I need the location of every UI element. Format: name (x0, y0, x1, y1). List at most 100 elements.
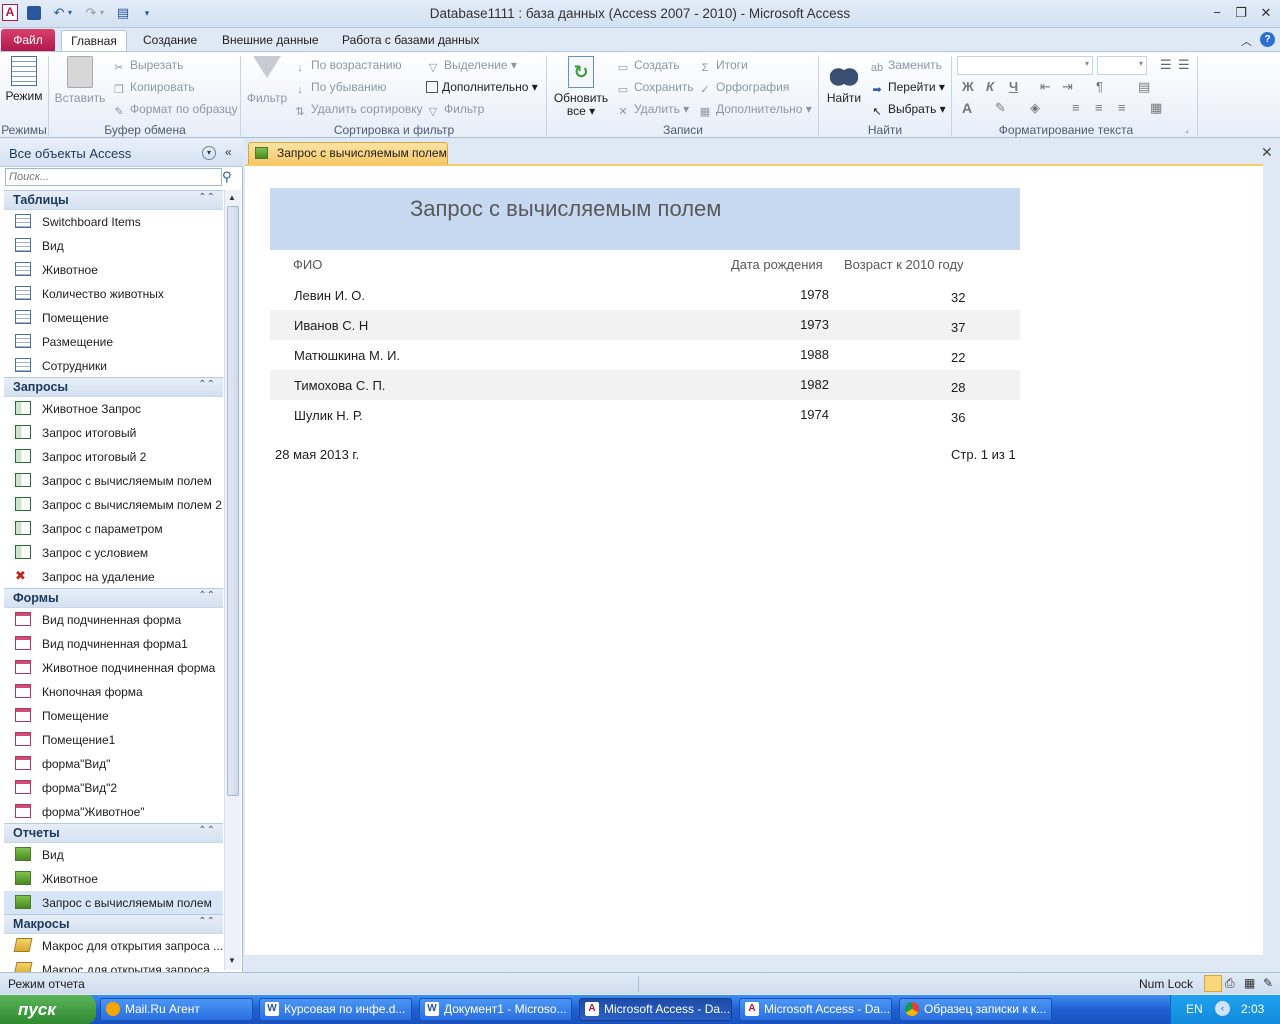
paste-button[interactable]: Вставить (54, 56, 106, 105)
font-name-combo[interactable]: ▾ (957, 56, 1093, 75)
close-button[interactable]: ✕ (1255, 4, 1277, 22)
search-icon[interactable]: ⚲ (222, 169, 232, 185)
italic-button[interactable]: К (986, 79, 994, 94)
bold-button[interactable]: Ж (962, 79, 974, 94)
copy-button[interactable]: ❐ Копировать (112, 77, 195, 97)
collapse-section-icon[interactable]: ⌃⌃ (198, 916, 215, 927)
save-record-button[interactable]: ▭ Сохранить (616, 77, 694, 97)
gridlines-icon[interactable]: ▤ (1138, 79, 1150, 95)
nav-item-form[interactable]: Помещение (4, 704, 223, 728)
sort-descending-button[interactable]: ↓ По убыванию (293, 77, 386, 97)
nav-item-report[interactable]: Животное (4, 867, 223, 891)
dialog-launcher-icon[interactable]: ⌟ (1185, 125, 1189, 134)
nav-section-forms[interactable]: Формы ⌃⌃ (4, 588, 223, 608)
nav-item-query[interactable]: ✖ Запрос на удаление (4, 565, 223, 589)
font-color-icon[interactable]: A (962, 100, 972, 116)
underline-button[interactable]: Ч (1009, 79, 1018, 94)
collapse-ribbon-icon[interactable]: ︿ (1241, 33, 1252, 49)
tab-create[interactable]: Создание (135, 30, 205, 52)
nav-scrollbar[interactable]: ▲ ▼ (224, 190, 241, 970)
numbering-icon[interactable]: ☰ (1160, 57, 1172, 73)
sort-ascending-button[interactable]: ↓ По возрастанию (293, 55, 401, 75)
increase-indent-icon[interactable]: ⇥ (1062, 79, 1073, 95)
tab-external-data[interactable]: Внешние данные (214, 30, 327, 52)
nav-section-reports[interactable]: Отчеты ⌃⌃ (4, 823, 223, 843)
nav-item-form[interactable]: Помещение1 (4, 728, 223, 752)
nav-item-query[interactable]: Запрос с вычисляемым полем (4, 469, 223, 493)
nav-item-query[interactable]: Запрос с условием (4, 541, 223, 565)
table-grid-icon[interactable]: ▦ (1150, 100, 1162, 116)
report-view-icon[interactable] (1204, 975, 1222, 992)
nav-item-table[interactable]: Вид (4, 234, 223, 258)
filter-button[interactable]: Фильтр (246, 56, 288, 105)
advanced-filter-button[interactable]: Дополнительно ▾ (426, 77, 538, 97)
document-tab[interactable]: Запрос с вычисляемым полем (248, 142, 448, 164)
spelling-button[interactable]: ✓ Орфография (698, 77, 789, 97)
paragraph-icon[interactable]: ¶ (1096, 79, 1103, 94)
tab-file[interactable]: Файл (1, 29, 55, 51)
task-access[interactable]: A Microsoft Access - Da... (739, 998, 892, 1021)
print-preview-icon[interactable]: ⎙ (1225, 976, 1235, 991)
toggle-filter-button[interactable]: ▽ Фильтр (426, 99, 485, 119)
totals-button[interactable]: Σ Итоги (698, 55, 748, 75)
minimize-button[interactable]: − (1206, 4, 1228, 22)
nav-item-table[interactable]: Количество животных (4, 282, 223, 306)
nav-item-table[interactable]: Switchboard Items (4, 210, 223, 234)
start-button[interactable]: пуск (0, 995, 96, 1024)
close-document-icon[interactable]: ✕ (1261, 144, 1273, 161)
more-records-button[interactable]: ▦ Дополнительно ▾ (698, 99, 812, 119)
nav-item-table[interactable]: Помещение (4, 306, 223, 330)
design-view-icon[interactable]: ✎ (1263, 976, 1273, 990)
decrease-indent-icon[interactable]: ⇤ (1040, 79, 1051, 95)
fill-color-icon[interactable]: ◈ (1030, 100, 1040, 116)
align-right-icon[interactable]: ≡ (1118, 100, 1126, 115)
select-button[interactable]: ↖ Выбрать ▾ (870, 99, 945, 119)
tab-database-tools[interactable]: Работа с базами данных (334, 30, 487, 52)
scroll-down-icon[interactable]: ▼ (228, 956, 236, 965)
tray-arrow-icon[interactable]: ‹ (1215, 1001, 1230, 1016)
nav-section-querys[interactable]: Запросы ⌃⌃ (4, 377, 223, 397)
find-button[interactable]: Найти (824, 56, 864, 105)
nav-item-form[interactable]: Вид подчиненная форма (4, 608, 223, 632)
help-icon[interactable]: ? (1260, 32, 1275, 47)
align-left-icon[interactable]: ≡ (1072, 100, 1080, 115)
highlight-icon[interactable]: ✎ (995, 100, 1006, 116)
nav-item-table[interactable]: Животное (4, 258, 223, 282)
restore-button[interactable]: ❐ (1230, 4, 1252, 22)
nav-item-report[interactable]: Запрос с вычисляемым полем (4, 891, 223, 915)
collapse-pane-icon[interactable]: « (225, 145, 232, 159)
task-word-document[interactable]: W Документ1 - Microso... (419, 998, 572, 1021)
align-center-icon[interactable]: ≡ (1095, 100, 1103, 115)
nav-item-form[interactable]: форма"Вид" (4, 752, 223, 776)
new-record-button[interactable]: ▭ Создать (616, 55, 680, 75)
collapse-section-icon[interactable]: ⌃⌃ (198, 192, 215, 203)
nav-item-form[interactable]: форма"Животное" (4, 800, 223, 824)
format-painter-button[interactable]: ✎ Формат по образцу (112, 99, 237, 119)
task-word-coursework[interactable]: W Курсовая по инфе.d... (259, 998, 412, 1021)
cut-button[interactable]: ✂ Вырезать (112, 55, 183, 75)
collapse-section-icon[interactable]: ⌃⌃ (198, 825, 215, 836)
nav-item-macro[interactable]: Макрос для открытия запроса ... (4, 934, 223, 958)
nav-item-form[interactable]: Вид подчиненная форма1 (4, 632, 223, 656)
nav-header[interactable]: Все объекты Access ▾ « (0, 139, 243, 167)
nav-item-form[interactable]: Кнопочная форма (4, 680, 223, 704)
nav-item-form[interactable]: форма"Вид"2 (4, 776, 223, 800)
task-chrome[interactable]: Образец записки к к... (899, 998, 1052, 1021)
selection-button[interactable]: ▽ Выделение ▾ (426, 55, 517, 75)
task-mailru[interactable]: Mail.Ru Агент (100, 998, 253, 1021)
nav-item-report[interactable]: Вид (4, 843, 223, 867)
collapse-section-icon[interactable]: ⌃⌃ (198, 379, 215, 390)
nav-section-macros[interactable]: Макросы ⌃⌃ (4, 914, 223, 934)
nav-item-query[interactable]: Запрос с вычисляемым полем 2 (4, 493, 223, 517)
nav-menu-chevron-icon[interactable]: ▾ (202, 146, 216, 160)
font-size-combo[interactable]: ▾ (1097, 56, 1147, 75)
collapse-section-icon[interactable]: ⌃⌃ (198, 590, 215, 601)
refresh-all-button[interactable]: ↻ Обновить все ▾ (550, 56, 612, 118)
language-indicator[interactable]: EN (1186, 1002, 1203, 1016)
replace-button[interactable]: ab Заменить (870, 55, 942, 75)
nav-item-table[interactable]: Сотрудники (4, 354, 223, 378)
nav-item-query[interactable]: Животное Запрос (4, 397, 223, 421)
nav-item-query[interactable]: Запрос итоговый 2 (4, 445, 223, 469)
task-access-active[interactable]: A Microsoft Access - Da... (579, 998, 732, 1021)
scroll-thumb[interactable] (227, 206, 239, 796)
